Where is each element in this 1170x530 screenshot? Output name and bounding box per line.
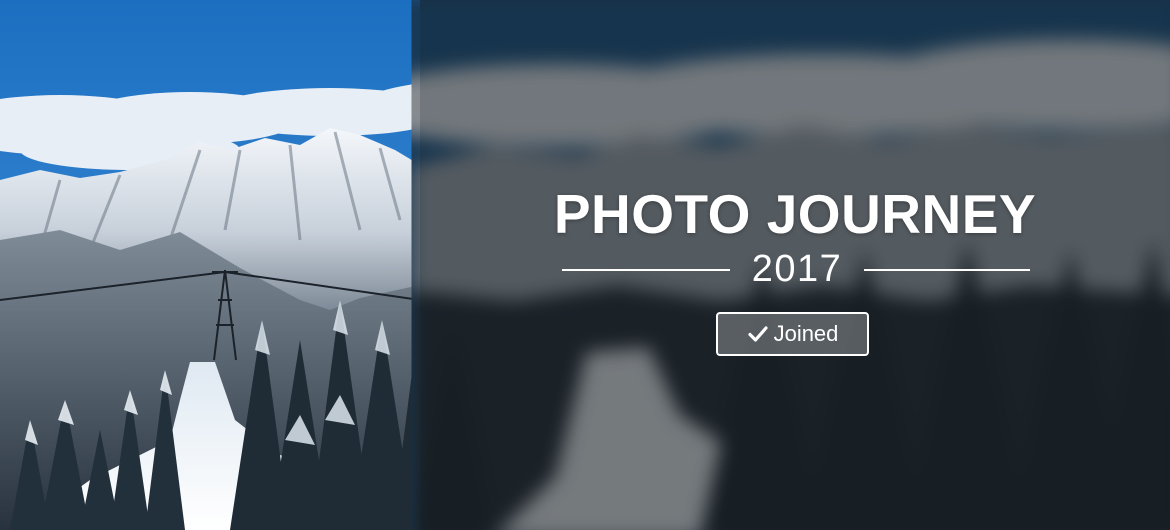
- divider-right: [864, 269, 1030, 271]
- photo-journey-banner: PHOTO JOURNEY 2017 Joined: [0, 0, 1170, 530]
- check-icon: [747, 323, 769, 345]
- title-block: PHOTO JOURNEY 2017 Joined: [420, 0, 1170, 530]
- divider-left: [562, 269, 730, 271]
- page-title: PHOTO JOURNEY: [553, 183, 1037, 245]
- joined-button-label: Joined: [773, 321, 839, 346]
- joined-button[interactable]: Joined: [716, 312, 869, 356]
- year-row: 2017: [562, 246, 1030, 292]
- year-label: 2017: [751, 248, 843, 290]
